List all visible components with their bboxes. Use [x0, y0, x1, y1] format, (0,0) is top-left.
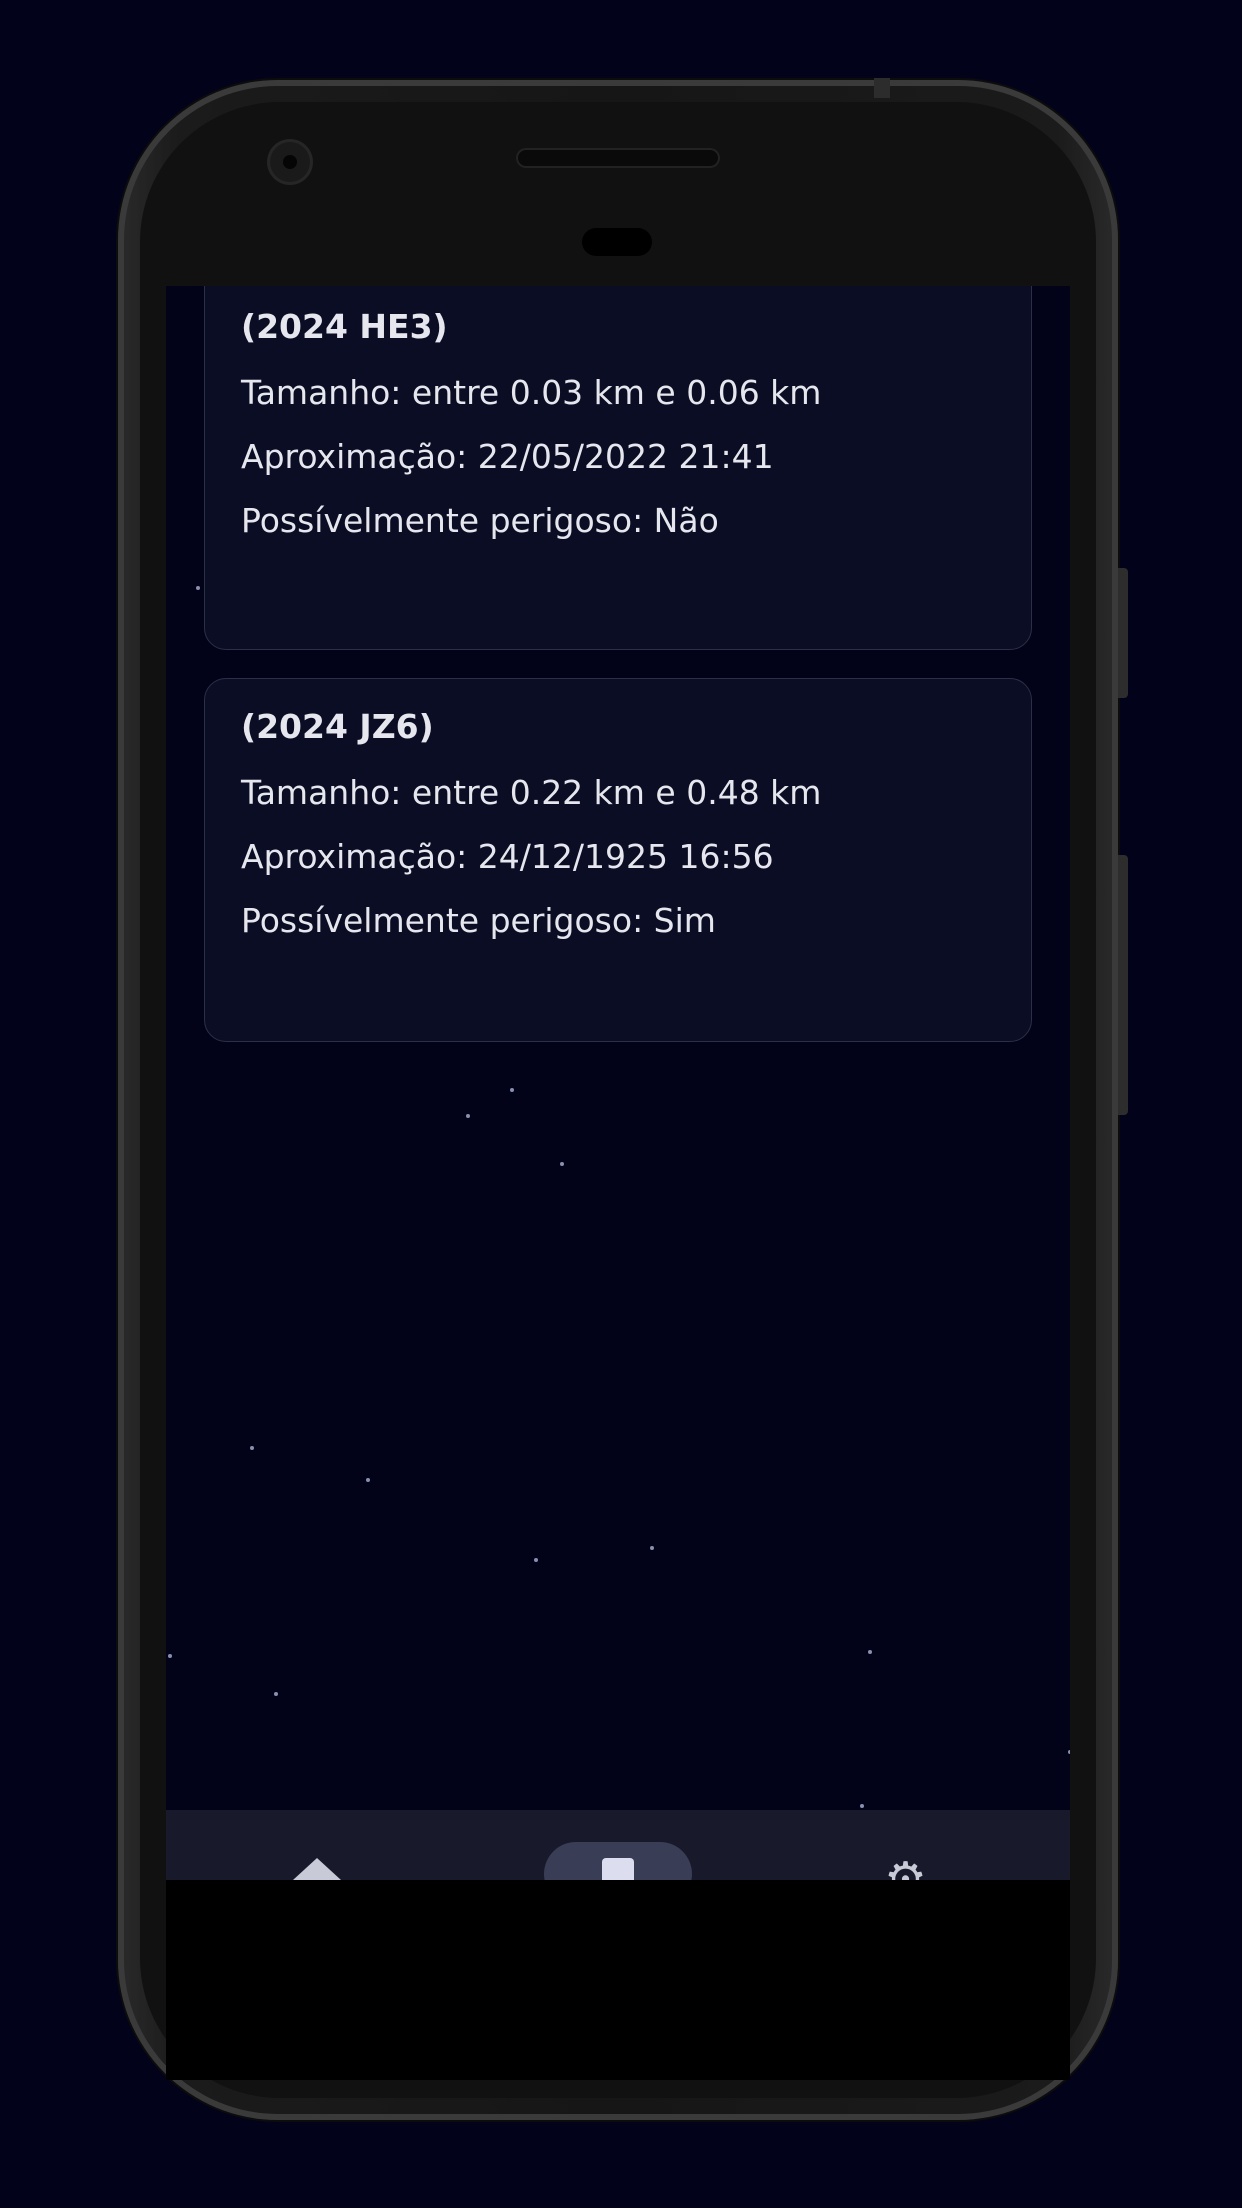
nav-home-tab[interactable]	[266, 1810, 366, 1880]
asteroid-name: (2024 JZ6)	[241, 707, 434, 746]
star	[168, 1654, 172, 1658]
star	[196, 586, 200, 590]
nav-list-tab[interactable]	[544, 1810, 692, 1880]
bottom-navigation-bar: ⚙	[166, 1810, 1070, 1880]
star	[860, 1804, 864, 1808]
volume-button	[1118, 855, 1128, 1115]
asteroid-size: Tamanho: entre 0.03 km e 0.06 km	[241, 373, 822, 412]
star	[560, 1162, 564, 1166]
asteroid-card[interactable]: (2024 JZ6) Tamanho: entre 0.22 km e 0.48…	[204, 678, 1032, 1042]
asteroid-name: (2024 HE3)	[241, 307, 448, 346]
star	[366, 1478, 370, 1482]
asteroid-size: Tamanho: entre 0.22 km e 0.48 km	[241, 773, 822, 812]
phone-chin	[166, 1880, 1070, 2080]
star	[250, 1446, 254, 1450]
front-camera	[270, 142, 310, 182]
gear-icon: ⚙	[884, 1852, 928, 1880]
star	[274, 1692, 278, 1696]
earpiece-speaker	[518, 150, 718, 166]
device-frame-stage: (2024 HE3) Tamanho: entre 0.03 km e 0.06…	[0, 0, 1242, 2208]
star	[868, 1650, 872, 1654]
star	[1068, 1750, 1070, 1754]
asteroid-hazard-status: Possívelmente perigoso: Sim	[241, 901, 716, 940]
home-icon	[293, 1858, 341, 1880]
asteroid-approach-date: Aproximação: 22/05/2022 21:41	[241, 437, 774, 476]
nav-settings-tab[interactable]: ⚙	[856, 1810, 956, 1880]
star	[510, 1088, 514, 1092]
list-icon	[602, 1858, 634, 1880]
asteroid-hazard-status: Possívelmente perigoso: Não	[241, 501, 719, 540]
asteroid-card[interactable]: (2024 HE3) Tamanho: entre 0.03 km e 0.06…	[204, 286, 1032, 650]
star	[466, 1114, 470, 1118]
app-screen: (2024 HE3) Tamanho: entre 0.03 km e 0.06…	[166, 286, 1070, 1880]
proximity-sensor	[582, 228, 652, 256]
power-button	[1118, 568, 1128, 698]
star	[534, 1558, 538, 1562]
asteroid-approach-date: Aproximação: 24/12/1925 16:56	[241, 837, 774, 876]
antenna-band	[874, 78, 890, 98]
star	[650, 1546, 654, 1550]
